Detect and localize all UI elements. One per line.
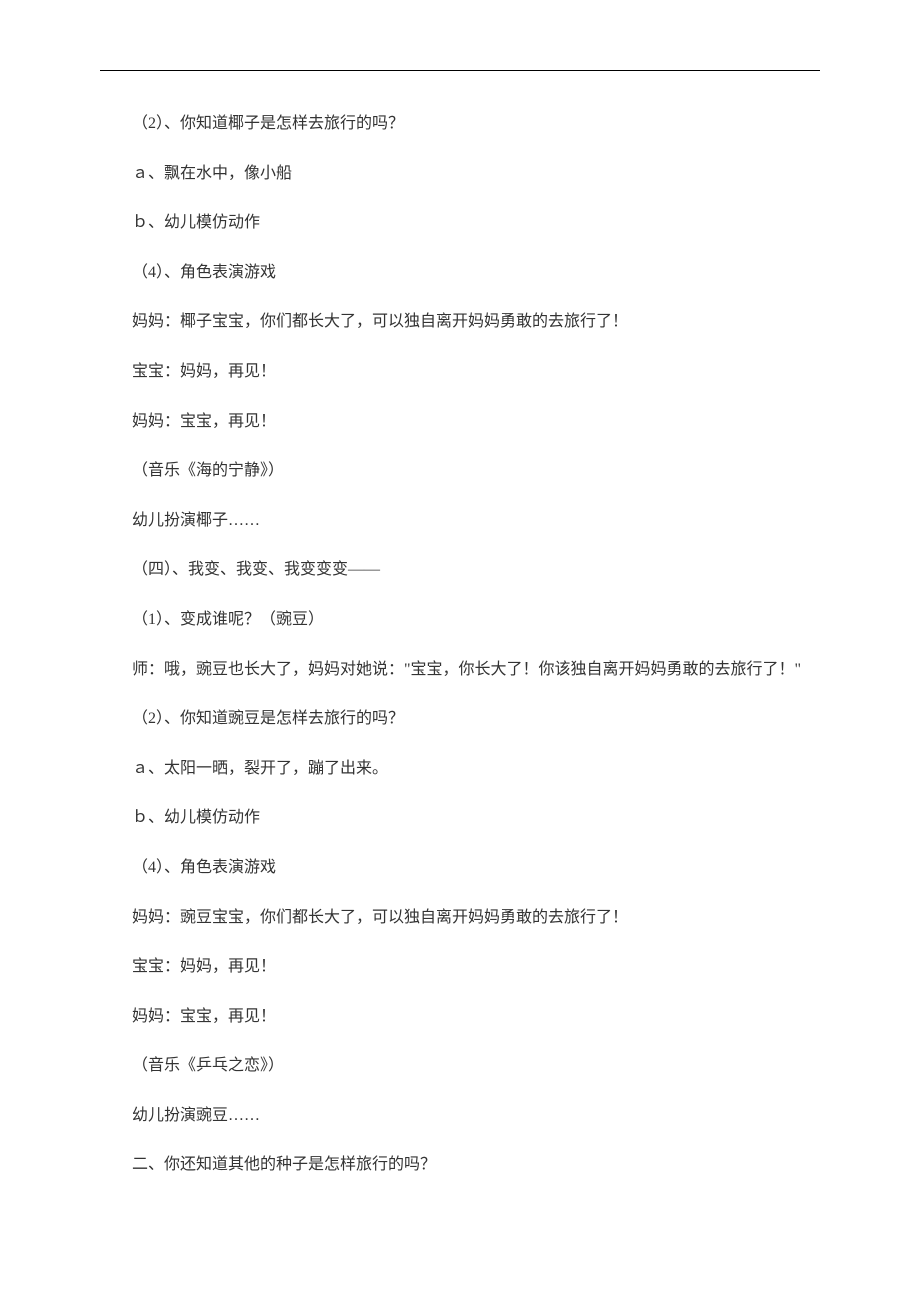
paragraph: 幼儿扮演豌豆…… <box>100 1103 820 1129</box>
document-page: （2）、你知道椰子是怎样去旅行的吗？ ａ、飘在水中，像小船 ｂ、幼儿模仿动作 （… <box>0 0 920 1262</box>
paragraph: 妈妈：椰子宝宝，你们都长大了，可以独自离开妈妈勇敢的去旅行了！ <box>100 309 820 335</box>
paragraph: 幼儿扮演椰子…… <box>100 508 820 534</box>
paragraph: 妈妈：宝宝，再见！ <box>100 1004 820 1030</box>
paragraph: （音乐《海的宁静》） <box>100 458 820 484</box>
paragraph: （2）、你知道豌豆是怎样去旅行的吗？ <box>100 706 820 732</box>
paragraph: （音乐《乒乓之恋》） <box>100 1053 820 1079</box>
paragraph: 师：哦，豌豆也长大了，妈妈对她说："宝宝，你长大了！你该独自离开妈妈勇敢的去旅行… <box>100 657 820 683</box>
paragraph: ｂ、幼儿模仿动作 <box>100 805 820 831</box>
paragraph: 二、你还知道其他的种子是怎样旅行的吗？ <box>100 1152 820 1178</box>
paragraph: ｂ、幼儿模仿动作 <box>100 210 820 236</box>
paragraph: ａ、太阳一晒，裂开了，蹦了出来。 <box>100 756 820 782</box>
paragraph: （四）、我变、我变、我变变变—— <box>100 557 820 583</box>
paragraph: （2）、你知道椰子是怎样去旅行的吗？ <box>100 111 820 137</box>
paragraph: （4）、角色表演游戏 <box>100 260 820 286</box>
paragraph: （1）、变成谁呢？（豌豆） <box>100 607 820 633</box>
paragraph: 妈妈：宝宝，再见！ <box>100 409 820 435</box>
paragraph: 妈妈：豌豆宝宝，你们都长大了，可以独自离开妈妈勇敢的去旅行了！ <box>100 905 820 931</box>
paragraph: 宝宝：妈妈，再见！ <box>100 954 820 980</box>
paragraph: （4）、角色表演游戏 <box>100 855 820 881</box>
paragraph: ａ、飘在水中，像小船 <box>100 161 820 187</box>
paragraph: 宝宝：妈妈，再见！ <box>100 359 820 385</box>
top-divider <box>100 70 820 71</box>
